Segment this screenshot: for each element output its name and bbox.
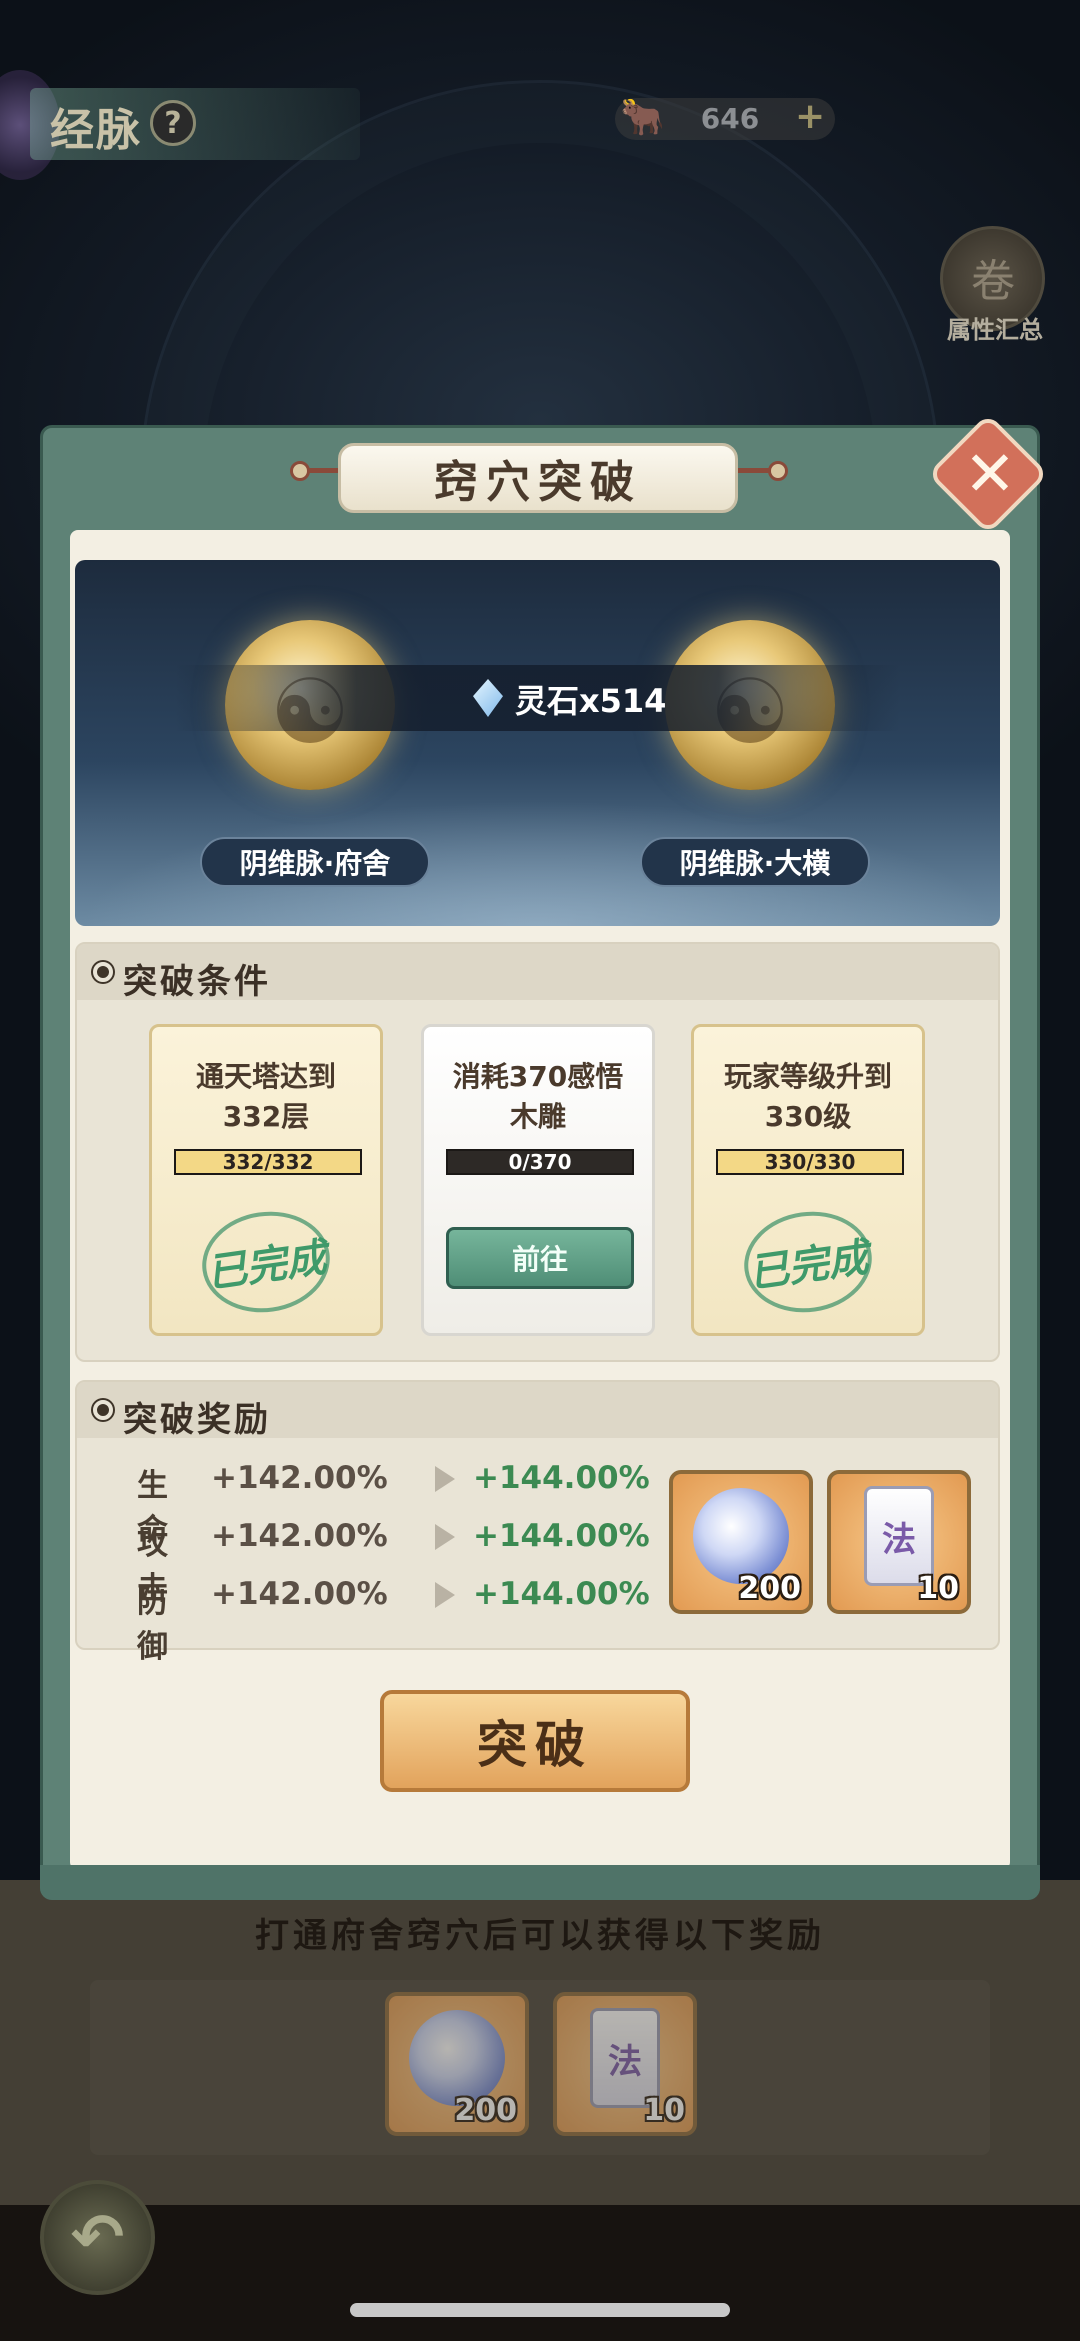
progress-bar: 0/370 (446, 1149, 634, 1175)
bullet-icon (93, 1400, 113, 1420)
item-count: 10 (917, 1571, 959, 1606)
completed-stamp: 已完成 (737, 1203, 879, 1321)
progress-bar: 332/332 (174, 1149, 362, 1175)
reward-item[interactable]: 法 10 (827, 1470, 971, 1614)
home-indicator (350, 2303, 730, 2317)
progress-text: 332/332 (222, 1150, 314, 1174)
progress-bar: 330/330 (716, 1149, 904, 1175)
progress-text: 330/330 (764, 1150, 856, 1174)
page-title: 经脉 (50, 105, 142, 156)
reward-item[interactable]: 200 (669, 1470, 813, 1614)
progress-text: 0/370 (508, 1150, 572, 1174)
arrow-right-icon (435, 1582, 455, 1608)
back-button[interactable]: ↶ (40, 2180, 155, 2295)
lower-reward-item[interactable]: 200 (385, 1992, 529, 2136)
condition-text: 消耗370感悟 木雕 (452, 1060, 624, 1133)
rewards-section: 突破奖励 生命 +142.00% +144.00% 攻击 +142.00% +1… (75, 1380, 1000, 1665)
condition-card: 玩家等级升到 330级 330/330 已完成 (691, 1024, 925, 1336)
bottom-background (0, 2205, 1080, 2341)
add-resource-button[interactable]: + (795, 96, 825, 137)
item-count: 200 (738, 1571, 801, 1606)
current-acupoint-label: 阴维脉·府舍 (200, 837, 430, 887)
attribute-summary-label: 属性汇总 (947, 316, 1043, 344)
mount-icon: 🐂 (620, 97, 665, 138)
bullet-icon (93, 962, 113, 982)
title-knot-right (768, 461, 788, 481)
condition-text: 通天塔达到 332层 (195, 1060, 336, 1133)
unlock-hint: 打通府舍窍穴后可以获得以下奖励 (255, 1916, 825, 1956)
breakthrough-dialog: 窍穴突破 ✕ ☯ ☯ 灵石x514 阴维脉·府舍 阴维脉·大横 突破条件 通天塔… (40, 413, 1049, 1900)
unlock-reward-panel (90, 1980, 990, 2155)
item-count: 10 (643, 2093, 685, 2128)
condition-card: 通天塔达到 332层 332/332 已完成 (149, 1024, 383, 1336)
item-count: 200 (454, 2093, 517, 2128)
section-title: 突破条件 (123, 962, 271, 1002)
goto-button[interactable]: 前往 (446, 1227, 634, 1289)
dialog-title: 窍穴突破 (338, 443, 738, 513)
condition-text: 玩家等级升到 330级 (723, 1060, 892, 1133)
scroll-icon: 卷 (971, 256, 1015, 307)
help-button[interactable]: ? (150, 100, 196, 146)
cost-text: 灵石x514 (515, 682, 667, 720)
breakthrough-button[interactable]: 突破 (380, 1690, 690, 1792)
completed-stamp: 已完成 (195, 1203, 337, 1321)
condition-card: 消耗370感悟 木雕 0/370 前往 (421, 1024, 655, 1336)
resource-value: 646 (700, 102, 760, 135)
dialog-footer-band (40, 1865, 1040, 1900)
next-acupoint-label: 阴维脉·大横 (640, 837, 870, 887)
arrow-right-icon (435, 1466, 455, 1492)
lower-reward-item[interactable]: 法 10 (553, 1992, 697, 2136)
title-knot-left (290, 461, 310, 481)
conditions-section: 突破条件 通天塔达到 332层 332/332 已完成 消耗370感悟 木雕 0… (75, 942, 1000, 1362)
section-title: 突破奖励 (123, 1400, 271, 1440)
breakthrough-preview: ☯ ☯ 灵石x514 阴维脉·府舍 阴维脉·大横 (75, 560, 1000, 926)
arrow-right-icon (435, 1524, 455, 1550)
close-icon[interactable]: ✕ (950, 433, 1030, 513)
